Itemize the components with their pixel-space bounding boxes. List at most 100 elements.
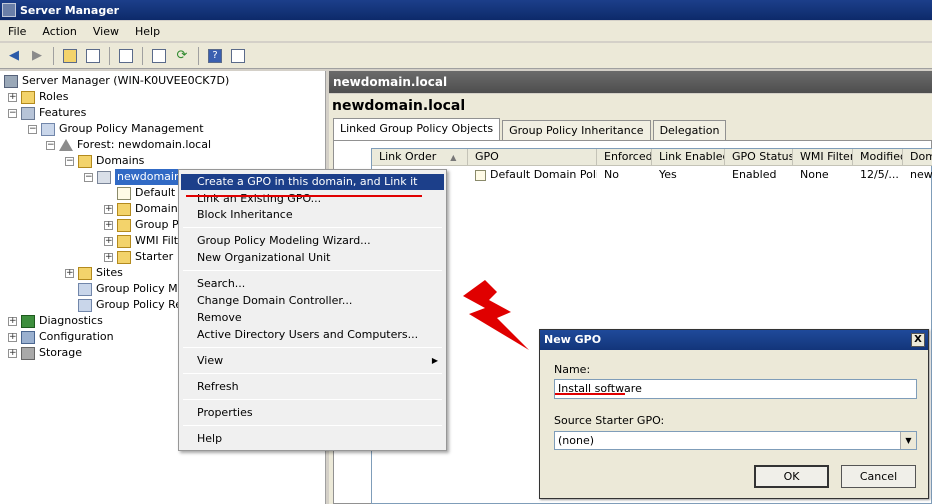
gpo-link-icon: [117, 186, 131, 200]
submenu-arrow-icon: ▶: [431, 356, 438, 365]
col-header-domain[interactable]: Dom: [903, 149, 932, 166]
tab-gp-inheritance[interactable]: Group Policy Inheritance: [502, 120, 651, 140]
tree-node-domains[interactable]: − Domains: [65, 153, 144, 169]
properties-icon[interactable]: [116, 46, 136, 66]
features-icon: [21, 106, 35, 120]
tree-node-storage[interactable]: + Storage: [8, 345, 82, 361]
tree-node-diagnostics[interactable]: + Diagnostics: [8, 313, 103, 329]
forest-icon: [59, 139, 73, 151]
cell-enforced: No: [604, 168, 619, 181]
dialog-title-bar: New GPO: [540, 330, 928, 350]
tree-label: Features: [39, 106, 87, 119]
col-header-wmi-filter[interactable]: WMI Filter: [793, 149, 853, 166]
menu-item-link-existing-gpo[interactable]: Link an Existing GPO...: [181, 191, 444, 207]
chevron-down-icon[interactable]: ▼: [900, 432, 916, 449]
diagnostics-icon: [21, 314, 35, 328]
menu-item-ad-users-computers[interactable]: Active Directory Users and Computers...: [181, 327, 444, 343]
tree-node-sites[interactable]: + Sites: [65, 265, 123, 281]
collapse-icon[interactable]: −: [84, 172, 93, 182]
tree-node-gp-objects[interactable]: + Group P: [104, 217, 179, 233]
toolbar: ◀ ▶ ⟳ ?: [0, 43, 932, 69]
expand-icon[interactable]: +: [104, 220, 113, 230]
col-header-modified[interactable]: Modified: [853, 149, 903, 166]
forward-arrow-icon[interactable]: ▶: [27, 46, 47, 66]
menu-item-help[interactable]: Help: [181, 431, 444, 447]
menu-item-refresh[interactable]: Refresh: [181, 379, 444, 395]
expand-icon[interactable]: +: [8, 332, 17, 342]
toolbar-separator: [198, 46, 199, 65]
show-tree-icon[interactable]: [83, 46, 103, 66]
tree-node-features[interactable]: − Features: [8, 105, 86, 121]
ok-button[interactable]: OK: [754, 465, 829, 488]
tree-node-starter-gpos[interactable]: + Starter: [104, 249, 173, 265]
tree-label: WMI Filt: [135, 234, 179, 247]
expand-icon[interactable]: +: [8, 92, 17, 102]
tree-node-server-manager[interactable]: Server Manager (WIN-K0UVEE0CK7D): [4, 73, 229, 89]
tree-node-forest[interactable]: − Forest: newdomain.local: [46, 137, 211, 153]
refresh-icon[interactable]: ⟳: [172, 46, 192, 66]
expand-icon[interactable]: +: [104, 252, 113, 262]
tree-node-roles[interactable]: + Roles: [8, 89, 68, 105]
menu-action[interactable]: Action: [34, 21, 84, 42]
tree-node-gp-modeling[interactable]: Group Policy Mo: [78, 281, 184, 297]
gpo-name-input[interactable]: Install software: [554, 379, 917, 399]
tree-node-newdomain[interactable]: − newdomain.l: [84, 169, 190, 185]
menu-item-create-gpo-and-link[interactable]: Create a GPO in this domain, and Link it…: [181, 174, 444, 204]
expand-icon[interactable]: +: [8, 348, 17, 358]
tree-node-wmi-filters[interactable]: + WMI Filt: [104, 233, 178, 249]
col-header-gpo-status[interactable]: GPO Status: [725, 149, 793, 166]
menu-bar: File Action View Help: [0, 21, 932, 42]
tab-delegation[interactable]: Delegation: [652, 120, 727, 140]
menu-separator: [183, 425, 442, 426]
menu-item-view[interactable]: View ▶: [181, 353, 444, 369]
tree-node-default-policy[interactable]: Default: [104, 185, 175, 201]
storage-icon: [21, 346, 35, 360]
menu-item-gp-modeling-wizard[interactable]: Group Policy Modeling Wizard...: [181, 233, 444, 249]
menu-item-properties[interactable]: Properties: [181, 405, 444, 421]
col-header-link-order[interactable]: Link Order ▲: [372, 149, 468, 166]
folder-icon: [117, 218, 131, 232]
cancel-button[interactable]: Cancel: [841, 465, 916, 488]
expand-icon[interactable]: +: [104, 236, 113, 246]
up-folder-icon[interactable]: [60, 46, 80, 66]
expand-icon[interactable]: +: [104, 204, 113, 214]
tree-node-gp-results[interactable]: Group Policy Re: [78, 297, 182, 313]
back-arrow-icon[interactable]: ◀: [4, 46, 24, 66]
collapse-icon[interactable]: −: [46, 140, 55, 150]
menu-item-change-dc[interactable]: Change Domain Controller...: [181, 293, 444, 309]
cell-modified: 12/5/...: [860, 168, 899, 181]
sort-ascending-icon: ▲: [450, 153, 457, 162]
tree-node-domain-controllers[interactable]: + Domain: [104, 201, 178, 217]
collapse-icon[interactable]: −: [65, 156, 74, 166]
close-icon[interactable]: X: [911, 333, 925, 347]
collapse-icon[interactable]: −: [8, 108, 17, 118]
lightning-bolt-icon: [463, 280, 529, 350]
collapse-icon[interactable]: −: [28, 124, 37, 134]
col-header-enforced[interactable]: Enforced: [597, 149, 652, 166]
action-pane-icon[interactable]: [228, 46, 248, 66]
tree-node-configuration[interactable]: + Configuration: [8, 329, 114, 345]
menu-item-remove[interactable]: Remove: [181, 310, 444, 326]
new-gpo-dialog: New GPO X Name: Install software Source …: [539, 329, 929, 499]
expand-icon[interactable]: +: [8, 316, 17, 326]
menu-item-block-inheritance[interactable]: Block Inheritance: [181, 207, 444, 223]
expand-icon[interactable]: +: [65, 268, 74, 278]
menu-file[interactable]: File: [0, 21, 34, 42]
menu-separator: [183, 227, 442, 228]
menu-view[interactable]: View: [85, 21, 127, 42]
col-header-gpo[interactable]: GPO: [468, 149, 597, 166]
starter-gpo-select[interactable]: (none) ▼: [554, 431, 917, 450]
tree-node-gpm[interactable]: − Group Policy Management: [28, 121, 204, 137]
tab-linked-gpos[interactable]: Linked Group Policy Objects: [333, 118, 501, 140]
gp-modeling-icon: [78, 282, 92, 296]
export-list-icon[interactable]: [149, 46, 169, 66]
col-header-link-enabled[interactable]: Link Enabled: [652, 149, 725, 166]
menu-help[interactable]: Help: [127, 21, 168, 42]
folder-icon: [78, 154, 92, 168]
table-row[interactable]: Default Domain Policy: [468, 167, 597, 183]
menu-item-search[interactable]: Search...: [181, 276, 444, 292]
help-icon[interactable]: ?: [205, 46, 225, 66]
menu-item-new-ou[interactable]: New Organizational Unit: [181, 250, 444, 266]
menu-separator: [183, 399, 442, 400]
toolbar-separator: [109, 46, 110, 65]
